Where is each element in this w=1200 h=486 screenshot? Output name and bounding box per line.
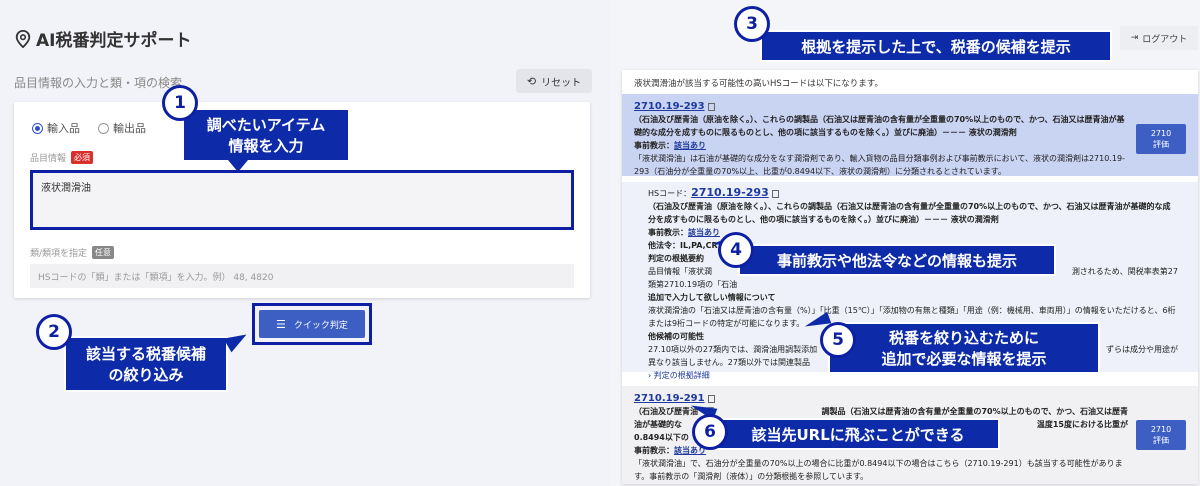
result-2-prior-label: 事前教示：: [634, 446, 674, 455]
result-2-eval-button[interactable]: 2710 評価: [1136, 420, 1186, 450]
callout-5: 税番を絞り込むために 追加で必要な情報を提示: [828, 322, 1100, 374]
result-2-desc1-tail: 調製品（石油又は歴青油の含有量が全重量の70%以上のもので、かつ、石油又は歴青: [821, 407, 1128, 416]
item-info-value: 液状潤滑油: [41, 183, 91, 194]
result-2-desc2: 油が基礎的な: [634, 420, 682, 429]
copy-icon[interactable]: [707, 394, 715, 403]
logout-icon: ⇥: [1130, 33, 1139, 43]
copy-icon[interactable]: [707, 102, 715, 111]
callout-3-badge: 3: [734, 6, 770, 42]
result-2-desc2-tail: 温度15度における比重が: [1036, 420, 1128, 429]
detail-desc: （石油及び歴青油（原油を除く。）、これらの調製品（石油又は歴青油の含有量が全重量…: [648, 202, 1171, 224]
quick-judge-label: クイック判定: [293, 320, 348, 331]
refresh-icon: ⟲: [526, 74, 537, 88]
required-badge: 必須: [71, 151, 94, 164]
item-info-label: 品目情報: [30, 154, 67, 164]
list-edit-icon: ☰: [276, 317, 286, 331]
callout-5-line2: 追加で必要な情報を提示: [881, 350, 1047, 368]
detail-addinfo-title: 追加で入力して欲しい情報について: [648, 293, 776, 302]
quick-judge-highlight: ☰ クイック判定: [252, 303, 372, 345]
result-1-prior-link[interactable]: 該当あり: [674, 141, 706, 150]
logout-label: ログアウト: [1142, 34, 1188, 45]
radio-selected-icon: [32, 122, 43, 134]
callout-6-badge: 6: [692, 414, 728, 450]
result-item-1: 2710.19-293 （石油及び歴青油（原油を除く。）、これらの調製品（石油又…: [622, 94, 1198, 176]
callout-6: 該当先URLに飛ぶことができる: [716, 418, 1000, 450]
callout-1-pointer: [228, 160, 248, 172]
result-1-eval-code: 2710: [1150, 129, 1172, 138]
quick-judge-button[interactable]: ☰ クイック判定: [259, 310, 365, 338]
detail-basis-tail: 測されるため、関税率表第27: [1071, 267, 1178, 276]
callout-2: 該当する税番候補 の絞り込み: [64, 336, 228, 392]
app-title: AI税番判定サポート: [36, 31, 192, 51]
app-logo: AI税番判定サポート: [14, 26, 191, 51]
callout-4-line1: 事前教示や他法令などの情報も提示: [776, 251, 1017, 270]
callout-4: 事前教示や他法令などの情報も提示: [738, 244, 1056, 276]
location-pin-icon: [15, 29, 31, 48]
detail-candidates-text: 27.10項以外の27類内では、潤滑油用調製添加: [648, 345, 818, 354]
callout-5-line1: 税番を絞り込むために: [888, 329, 1039, 347]
callout-3: 根拠を提示した上で、税番の候補を提示: [760, 30, 1112, 62]
callout-2-line1: 該当する税番候補: [85, 345, 206, 363]
callout-2-line2: の絞り込み: [108, 366, 184, 384]
result-2-eval-label: 評価: [1153, 436, 1169, 445]
callout-1-badge: 1: [162, 85, 198, 121]
detail-basis-text2: 類第2710.19項の「石油: [648, 280, 738, 289]
result-heading: 液状潤滑油が該当する可能性の高いHSコードは以下になります。: [634, 79, 883, 89]
detail-prior-label: 事前教示：: [648, 228, 688, 237]
detail-code-link[interactable]: 2710.19-293: [691, 186, 769, 199]
detail-candidates-tail: ずらは成分や用途が: [1106, 345, 1178, 354]
detail-hs-label: HSコード：: [648, 189, 692, 198]
result-1-code-link[interactable]: 2710.19-293: [634, 101, 705, 112]
item-info-label-row: 品目情報 必須: [30, 151, 94, 164]
hs-code-input[interactable]: HSコードの「類」または「類項」を入力。例） 48, 4820: [30, 264, 574, 288]
callout-5-badge: 5: [820, 322, 856, 358]
result-1-note: 「液状潤滑油」は石油が基礎的な成分をなす潤滑剤であり、輸入貨物の品目分類事例およ…: [634, 154, 1125, 176]
import-label: 輸入品: [47, 122, 80, 135]
reset-button[interactable]: ⟲ リセット: [516, 69, 592, 93]
result-1-eval-button[interactable]: 2710 評価: [1136, 124, 1186, 154]
hs-label-row: 類/類項を指定 任意: [30, 246, 115, 259]
export-radio[interactable]: 輸出品: [98, 120, 146, 136]
trade-type-radio-group: 輸入品 輸出品: [32, 120, 146, 136]
callout-3-line1: 根拠を提示した上で、税番の候補を提示: [801, 37, 1071, 56]
result-1-prior-label: 事前教示：: [634, 141, 674, 150]
callout-1-line1: 調べたいアイテム: [206, 116, 326, 134]
result-2-eval-code: 2710: [1150, 425, 1172, 434]
detail-basis-text: 品目情報「液状潤: [648, 267, 712, 276]
result-1-desc: （石油及び歴青油（原油を除く。）、これらの調製品（石油又は歴青油の含有量が全重量…: [634, 115, 1125, 137]
hs-label: 類/類項を指定: [30, 249, 88, 259]
callout-1-line2: 情報を入力: [228, 137, 304, 155]
optional-badge: 任意: [92, 246, 115, 259]
reset-label: リセット: [541, 77, 582, 89]
radio-unselected-icon: [98, 122, 109, 134]
callout-4-badge: 4: [718, 232, 754, 268]
copy-icon[interactable]: [771, 189, 779, 198]
callout-2-badge: 2: [36, 314, 72, 350]
detail-more-label: 判定の根拠詳細: [653, 371, 710, 380]
callout-6-line1: 該当先URLに飛ぶことができる: [751, 425, 965, 444]
import-radio[interactable]: 輸入品: [32, 120, 80, 136]
input-panel: AI税番判定サポート 品目情報の入力と類・項の検索 ⟲ リセット 輸入品 輸出品…: [0, 0, 610, 486]
callout-1: 調べたいアイテム 情報を入力: [182, 108, 350, 162]
hs-code-placeholder: HSコードの「類」または「類項」を入力。例） 48, 4820: [38, 273, 274, 283]
section-title: 品目情報の入力と類・項の検索: [14, 76, 183, 90]
detail-prior-link[interactable]: 該当あり: [688, 228, 720, 237]
item-info-textarea[interactable]: 液状潤滑油: [30, 170, 574, 230]
result-2-note: 「液状潤滑油」で、石油分が全重量の70%以上の場合に比重が0.8494以下の場合…: [634, 459, 1123, 481]
logout-button[interactable]: ⇥ ログアウト: [1120, 26, 1198, 50]
result-1-eval-label: 評価: [1153, 140, 1169, 149]
export-label: 輸出品: [113, 122, 146, 135]
